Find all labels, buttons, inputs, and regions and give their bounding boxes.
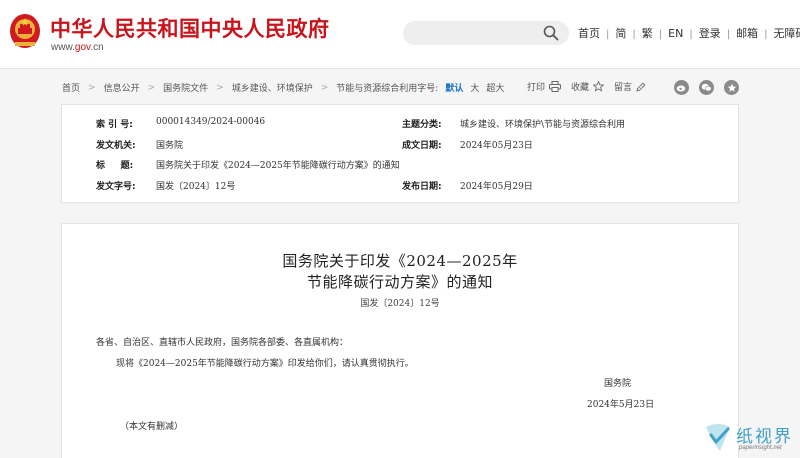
meta-index-value: 000014349/2024-00046	[156, 117, 266, 127]
meta-row-issuer: 发文机关: 国务院 成文日期: 2024年05月23日	[62, 138, 738, 158]
chevron-right-icon: >	[216, 82, 224, 93]
chevron-right-icon: >	[88, 82, 96, 93]
nav-mail[interactable]: 邮箱	[730, 27, 764, 41]
meta-created-value: 2024年05月23日	[460, 141, 533, 151]
meta-title-label: 标 题:	[96, 161, 134, 171]
nav-english[interactable]: EN	[662, 27, 689, 41]
chevron-right-icon: >	[320, 82, 329, 93]
site-url-prefix: www.	[51, 42, 75, 53]
meta-row-title: 标 题: 国务院关于印发《2024—2025年节能降碳行动方案》的通知	[62, 158, 738, 178]
favorite-button[interactable]: 收藏	[571, 80, 605, 93]
nav-home[interactable]: 首页	[578, 27, 606, 41]
article-note: （本文有删减）	[120, 422, 184, 432]
weibo-icon[interactable]	[674, 80, 689, 95]
site-url-brand: gov	[74, 42, 91, 53]
article-body: 国务院关于印发《2024—2025年 节能降碳行动方案》的通知 国发〔2024〕…	[61, 223, 739, 458]
breadcrumb-home[interactable]: 首页	[62, 81, 80, 94]
breadcrumb-state-council-docs[interactable]: 国务院文件	[163, 81, 208, 94]
article-signatory: 国务院	[604, 379, 632, 389]
chevron-right-icon: >	[147, 82, 156, 93]
nav-login[interactable]: 登录	[693, 27, 727, 41]
meta-docno-label: 发文字号:	[96, 182, 136, 192]
meta-docno-value: 国发〔2024〕12号	[156, 182, 236, 192]
comment-label: 留言	[614, 83, 633, 93]
meta-row-index: 索 引 号: 000014349/2024-00046 主题分类: 城乡建设、环…	[62, 117, 738, 137]
paperinsight-watermark: 纸视界 paperinsight.net	[700, 416, 800, 458]
font-size-xlarge[interactable]: 超大	[486, 81, 504, 94]
search-icon[interactable]	[543, 25, 559, 41]
meta-category-label: 主题分类:	[402, 120, 442, 130]
article-date: 2024年5月23日	[587, 400, 655, 410]
site-url-suffix: .cn	[90, 42, 104, 53]
watermark-text: 纸视界	[736, 427, 793, 447]
breadcrumb-info-public[interactable]: 信息公开	[104, 81, 140, 94]
site-title[interactable]: 中华人民共和国中央人民政府	[50, 13, 330, 43]
print-button[interactable]: 打印	[527, 80, 562, 93]
national-emblem-icon[interactable]	[9, 12, 41, 50]
breadcrumb: 首页 > 信息公开 > 国务院文件 > 城乡建设、环境保护 > 节能与资源综合利…	[62, 81, 504, 95]
font-size-label: 字号:	[417, 84, 439, 94]
meta-issuer-label: 发文机关:	[96, 141, 136, 151]
favorite-label: 收藏	[571, 83, 590, 93]
meta-title-value: 国务院关于印发《2024—2025年节能降碳行动方案》的通知	[156, 161, 400, 171]
font-size-default[interactable]: 默认	[445, 81, 463, 94]
comment-button[interactable]: 留言	[614, 80, 646, 93]
article-title-line-2: 节能降碳行动方案》的通知	[306, 273, 493, 291]
meta-row-docno: 发文字号: 国发〔2024〕12号 发布日期: 2024年05月29日	[62, 179, 738, 199]
article-title-line-1: 国务院关于印发《2024—2025年	[282, 252, 518, 270]
article-paragraph: 现将《2024—2025年节能降碳行动方案》印发给你们，请认真贯彻执行。	[116, 359, 414, 369]
nav-accessibility[interactable]: 无障碍	[767, 27, 800, 41]
article-tools: 打印 收藏 留言	[527, 80, 656, 93]
watermark-subtext: paperinsight.net	[739, 445, 782, 451]
article-salutation: 各省、自治区、直辖市人民政府，国务院各部委、各直属机构：	[96, 338, 349, 348]
share-buttons	[674, 80, 749, 95]
site-url[interactable]: www.gov.cn	[51, 42, 104, 53]
nav-simplified[interactable]: 简	[609, 27, 632, 41]
site-header: 中华人民共和国中央人民政府 www.gov.cn 首页 | 简 | 繁 | EN…	[0, 0, 800, 68]
more-share-icon[interactable]	[724, 80, 739, 95]
meta-issuer-value: 国务院	[156, 141, 184, 151]
pencil-icon	[636, 82, 646, 92]
font-size-selector: 字号: 默认 大 超大	[417, 81, 504, 94]
wechat-icon[interactable]	[699, 80, 714, 95]
font-size-large[interactable]: 大	[470, 81, 479, 94]
star-icon	[593, 81, 605, 92]
meta-created-label: 成文日期:	[402, 141, 442, 151]
meta-published-value: 2024年05月29日	[460, 182, 533, 192]
search-input[interactable]	[403, 21, 569, 45]
top-nav: 首页 | 简 | 繁 | EN | 登录 | 邮箱 | 无障碍	[578, 26, 800, 42]
nav-traditional[interactable]: 繁	[636, 27, 659, 41]
article-doc-number: 国发〔2024〕12号	[360, 299, 440, 309]
meta-published-label: 发布日期:	[402, 182, 442, 192]
printer-icon	[549, 81, 562, 92]
breadcrumb-energy-saving[interactable]: 节能与资源综合利用	[336, 81, 417, 94]
document-meta-table: 索 引 号: 000014349/2024-00046 主题分类: 城乡建设、环…	[61, 104, 739, 203]
meta-category-value: 城乡建设、环境保护\节能与资源综合利用	[460, 120, 626, 130]
breadcrumb-urban-env[interactable]: 城乡建设、环境保护	[232, 81, 313, 94]
paperinsight-logo-icon	[706, 424, 730, 451]
print-label: 打印	[527, 83, 546, 93]
meta-index-label: 索 引 号:	[96, 120, 133, 130]
